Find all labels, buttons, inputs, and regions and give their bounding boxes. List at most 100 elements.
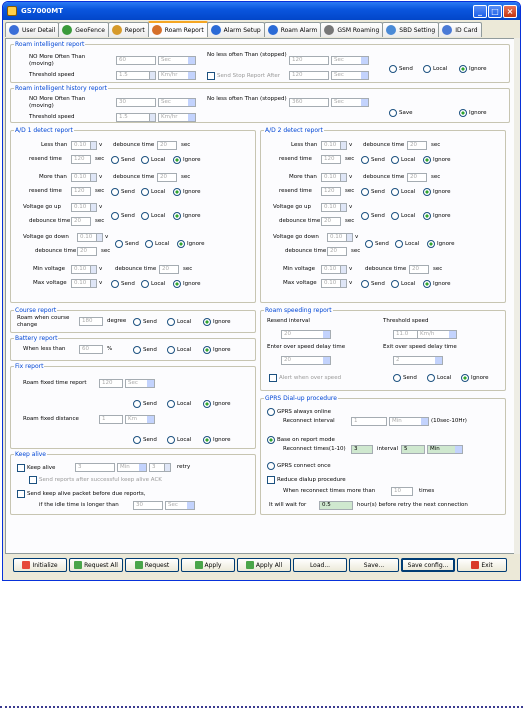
- ad1-more-send-radio[interactable]: Send: [111, 188, 135, 196]
- ad2-more-debounce-input[interactable]: 20: [407, 173, 427, 182]
- ad1-more-ignore-radio[interactable]: Ignore: [173, 188, 201, 196]
- ad1-debounce-input[interactable]: 20: [157, 141, 177, 150]
- history-no-less-unit-select[interactable]: Sec: [331, 98, 369, 107]
- exit-button[interactable]: Exit: [457, 558, 507, 572]
- ad2-less-send-radio[interactable]: Send: [361, 156, 385, 164]
- ad1-voltage-down-input[interactable]: 0.10: [77, 233, 103, 242]
- ad2-up-local-radio[interactable]: Local: [391, 212, 415, 220]
- reconnect-interval-input[interactable]: 1: [351, 417, 387, 426]
- threshold-speed-input[interactable]: 1.5: [116, 71, 156, 80]
- interval-input[interactable]: 5: [401, 445, 425, 454]
- fixed-time-unit-select[interactable]: Sec: [125, 379, 155, 388]
- ad2-minmax-ignore-radio[interactable]: Ignore: [423, 280, 451, 288]
- alert-over-speed-checkbox[interactable]: Alert when over speed: [269, 374, 341, 382]
- ad2-more-than-input[interactable]: 0.10: [321, 173, 347, 182]
- apply-button[interactable]: Apply: [181, 558, 235, 572]
- tab-user-detail[interactable]: User Detail: [5, 22, 60, 37]
- speeding-ignore-radio[interactable]: Ignore: [461, 374, 489, 382]
- roam-intel-ignore-radio[interactable]: Ignore: [459, 65, 487, 73]
- reconnect-interval-unit-select[interactable]: Min: [389, 417, 429, 426]
- course-change-input[interactable]: 180: [79, 317, 103, 326]
- ad2-voltage-down-input[interactable]: 0.10: [327, 233, 353, 242]
- scrollbar[interactable]: [514, 38, 520, 554]
- ad2-up-debounce-input[interactable]: 20: [321, 217, 341, 226]
- battery-local-radio[interactable]: Local: [167, 346, 191, 354]
- fix-time-ignore-radio[interactable]: Ignore: [203, 400, 231, 408]
- initialize-button[interactable]: Initialize: [13, 558, 67, 572]
- battery-ignore-radio[interactable]: Ignore: [203, 346, 231, 354]
- no-more-often-unit-select[interactable]: Sec: [158, 56, 196, 65]
- request-button[interactable]: Request: [125, 558, 179, 572]
- ad2-more-ignore-radio[interactable]: Ignore: [423, 188, 451, 196]
- speeding-local-radio[interactable]: Local: [427, 374, 451, 382]
- fix-dist-ignore-radio[interactable]: Ignore: [203, 436, 231, 444]
- send-after-ack-checkbox[interactable]: Send reports after successful keep alive…: [29, 476, 162, 484]
- tab-roam-report[interactable]: Roam Report: [147, 21, 208, 37]
- tab-roam-alarm[interactable]: Roam Alarm: [263, 22, 322, 37]
- ad1-up-local-radio[interactable]: Local: [141, 212, 165, 220]
- keep-alive-checkbox[interactable]: Keep alive: [17, 464, 55, 472]
- ad2-minmax-debounce-input[interactable]: 20: [409, 265, 429, 274]
- ad2-down-send-radio[interactable]: Send: [365, 240, 389, 248]
- resend-interval-select[interactable]: 20: [281, 330, 331, 339]
- history-no-more-unit-select[interactable]: Sec: [158, 98, 196, 107]
- fixed-time-input[interactable]: 120: [99, 379, 123, 388]
- ad1-minmax-ignore-radio[interactable]: Ignore: [173, 280, 201, 288]
- ad1-down-local-radio[interactable]: Local: [145, 240, 169, 248]
- interval-unit-select[interactable]: Min: [427, 445, 463, 454]
- close-button[interactable]: ×: [503, 4, 517, 18]
- ad2-max-voltage-input[interactable]: 0.10: [321, 279, 347, 288]
- ad1-more-than-input[interactable]: 0.10: [71, 173, 97, 182]
- maximize-button[interactable]: □: [488, 4, 502, 18]
- speed-threshold-unit-select[interactable]: Km/h: [417, 330, 457, 339]
- save-button[interactable]: Save...: [349, 558, 399, 572]
- course-local-radio[interactable]: Local: [167, 318, 191, 326]
- tab-sbd-setting[interactable]: SBD Setting: [382, 22, 440, 37]
- ad2-down-debounce-input[interactable]: 20: [327, 247, 347, 256]
- ad1-minmax-debounce-input[interactable]: 20: [159, 265, 179, 274]
- ad2-resend-input[interactable]: 120: [321, 155, 341, 164]
- history-threshold-unit-select[interactable]: Km/hr: [158, 113, 196, 122]
- ad1-less-send-radio[interactable]: Send: [111, 156, 135, 164]
- fix-time-local-radio[interactable]: Local: [167, 400, 191, 408]
- gprs-always-online-radio[interactable]: GPRS always online: [267, 408, 331, 416]
- ad2-down-ignore-radio[interactable]: Ignore: [427, 240, 455, 248]
- ad1-down-ignore-radio[interactable]: Ignore: [177, 240, 205, 248]
- ad2-minmax-local-radio[interactable]: Local: [391, 280, 415, 288]
- ad1-up-debounce-input[interactable]: 20: [71, 217, 91, 226]
- send-stop-input[interactable]: 120: [289, 71, 329, 80]
- ad1-min-voltage-input[interactable]: 0.10: [71, 265, 97, 274]
- tab-id-card[interactable]: ID Card: [438, 22, 482, 37]
- ad1-up-send-radio[interactable]: Send: [111, 212, 135, 220]
- roam-intel-local-radio[interactable]: Local: [423, 65, 447, 73]
- ad2-more-send-radio[interactable]: Send: [361, 188, 385, 196]
- send-stop-report-checkbox[interactable]: Send Stop Report After: [207, 72, 280, 80]
- speeding-send-radio[interactable]: Send: [393, 374, 417, 382]
- fixed-distance-input[interactable]: 1: [99, 415, 123, 424]
- send-stop-unit-select[interactable]: Sec: [331, 71, 369, 80]
- ad1-less-ignore-radio[interactable]: Ignore: [173, 156, 201, 164]
- fix-time-send-radio[interactable]: Send: [133, 400, 157, 408]
- ad1-down-send-radio[interactable]: Send: [115, 240, 139, 248]
- minimize-button[interactable]: _: [473, 4, 487, 18]
- threshold-speed-unit-select[interactable]: Km/hr: [158, 71, 196, 80]
- exit-delay-select[interactable]: 2: [393, 356, 443, 365]
- ad1-minmax-send-radio[interactable]: Send: [111, 280, 135, 288]
- ad2-debounce-input[interactable]: 20: [407, 141, 427, 150]
- load-button[interactable]: Load...: [293, 558, 347, 572]
- battery-send-radio[interactable]: Send: [133, 346, 157, 354]
- history-no-less-input[interactable]: 360: [289, 98, 329, 107]
- history-ignore-radio[interactable]: Ignore: [459, 109, 487, 117]
- tab-gsm-roaming[interactable]: GSM Roaming: [320, 22, 384, 37]
- ad1-resend-input[interactable]: 120: [71, 155, 91, 164]
- wait-hours-input[interactable]: 0.5: [319, 501, 353, 510]
- ad2-up-ignore-radio[interactable]: Ignore: [423, 212, 451, 220]
- apply-all-button[interactable]: Apply All: [237, 558, 291, 572]
- request-all-button[interactable]: Request All: [69, 558, 123, 572]
- ad2-down-local-radio[interactable]: Local: [395, 240, 419, 248]
- ad1-minmax-local-radio[interactable]: Local: [141, 280, 165, 288]
- ad2-minmax-send-radio[interactable]: Send: [361, 280, 385, 288]
- tab-alarm-setup[interactable]: Alarm Setup: [206, 22, 265, 37]
- keep-alive-unit-select[interactable]: Min: [117, 463, 147, 472]
- ad1-max-voltage-input[interactable]: 0.10: [71, 279, 97, 288]
